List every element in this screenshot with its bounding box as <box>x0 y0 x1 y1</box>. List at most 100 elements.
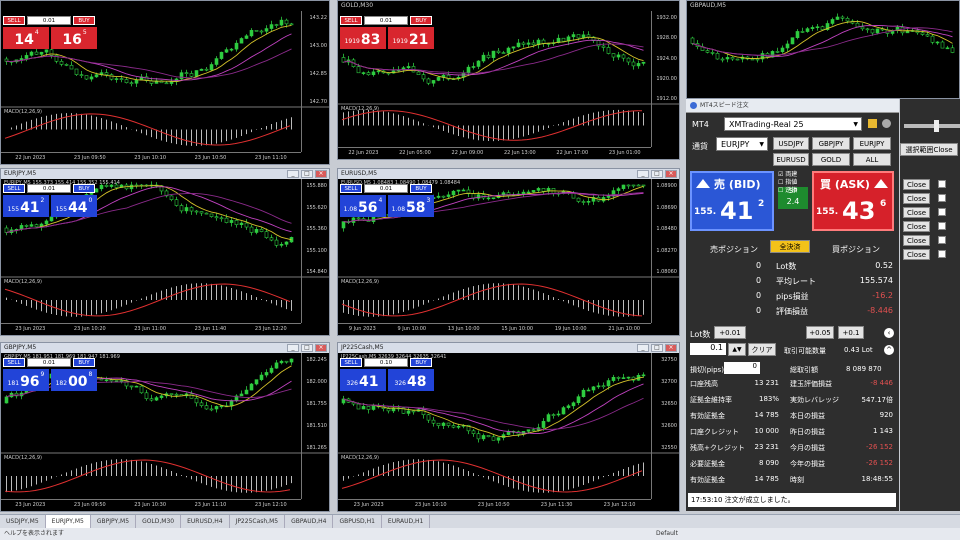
buy-price[interactable]: 326 48 <box>388 369 434 391</box>
sell-price[interactable]: 1919 83 <box>340 27 386 49</box>
lot-size-input[interactable]: 0.01 <box>27 16 71 25</box>
buy-price[interactable]: 182 00 8 <box>51 369 97 391</box>
clear-button[interactable]: クリア <box>748 343 776 356</box>
close-position-button[interactable]: Close <box>903 179 930 190</box>
one-click-buy-button[interactable]: BUY <box>73 358 95 367</box>
close-position-button[interactable]: Close <box>903 221 930 232</box>
chart-tab[interactable]: EURUSD,H4 <box>181 515 230 528</box>
sell-price[interactable]: 181 96 9 <box>3 369 49 391</box>
stop-input[interactable]: 0 <box>724 362 760 374</box>
chart-window-eurusd[interactable]: EURUSD,M5 _ □ × EURUSD,M5 1.08483 1.08490 1.… <box>337 168 680 336</box>
close-position-button[interactable]: Close <box>903 207 930 218</box>
chart-tab[interactable]: EURAUD,H1 <box>382 515 431 528</box>
lot-size-input[interactable]: 0.01 <box>27 358 71 367</box>
settings-icon[interactable] <box>882 119 891 128</box>
lot-size-input[interactable]: 0.01 <box>27 184 71 193</box>
option-limit[interactable]: ☐ 指値 <box>778 179 797 187</box>
buy-price[interactable]: 155 44 0 <box>51 195 97 217</box>
chart-window-usdjpy[interactable]: 143.22 143.00 142.85 142.70 22 Jun 2023 23 Ju… <box>0 0 330 165</box>
lot-input[interactable]: 0.1 <box>690 343 726 355</box>
chart-tab[interactable]: GBPJPY,M5 <box>91 515 137 528</box>
time-tick: 23 Jun 10:30 <box>134 502 167 508</box>
lot-size-input[interactable]: 0.10 <box>364 358 408 367</box>
candle-body <box>416 71 421 75</box>
one-click-sell-button[interactable]: SELL <box>340 184 362 193</box>
one-click-sell-button[interactable]: SELL <box>340 16 362 25</box>
chart-window-gbpjpy[interactable]: GBPJPY,M5 _ □ × GBPJPY,M5 181.951 181.969 18… <box>0 342 330 512</box>
buy-ask-button[interactable]: 買 (ASK) 155. 43 6 <box>812 171 894 231</box>
folder-icon[interactable] <box>868 119 877 128</box>
price-tick: 182.245 <box>306 357 327 363</box>
chart-tab[interactable]: GOLD,M30 <box>136 515 182 528</box>
slider-track[interactable] <box>904 124 960 128</box>
buy-price[interactable]: 16 5 <box>51 27 97 49</box>
slider-handle[interactable] <box>934 120 939 132</box>
position-checkbox[interactable] <box>938 236 946 244</box>
close-all-button[interactable]: 全決済 <box>770 240 810 253</box>
select-range-close-button[interactable]: 選択範囲Close <box>900 143 958 156</box>
sell-price[interactable]: 155 41 2 <box>3 195 49 217</box>
option-stop[interactable]: ☐ 逆指 <box>778 187 797 195</box>
symbol-btn-eurusd[interactable]: EURUSD <box>773 153 809 166</box>
one-click-buy-button[interactable]: BUY <box>73 184 95 193</box>
candle-body <box>119 78 124 80</box>
lot-add-005[interactable]: +0.05 <box>806 326 834 339</box>
chart-tab[interactable]: EURJPY,M5 <box>45 515 91 528</box>
chart-tab[interactable]: USDJPY,M5 <box>0 515 46 528</box>
one-click-buy-button[interactable]: BUY <box>410 16 432 25</box>
close-position-button[interactable]: Close <box>903 249 930 260</box>
one-click-sell-button[interactable]: SELL <box>3 16 25 25</box>
candle-body <box>341 221 346 229</box>
one-click-sell-button[interactable]: SELL <box>3 184 25 193</box>
one-click-buy-button[interactable]: BUY <box>410 358 432 367</box>
candle-body <box>189 73 194 77</box>
position-checkbox[interactable] <box>938 180 946 188</box>
sell-price[interactable]: 1.08 56 4 <box>340 195 386 217</box>
sell-price[interactable]: 326 41 <box>340 369 386 391</box>
chart-tab[interactable]: JP225Cash,M5 <box>230 515 286 528</box>
symbol-btn-eurjpy[interactable]: EURJPY <box>853 137 891 150</box>
sell-bid-button[interactable]: 売 (BID) 155. 41 2 <box>690 171 774 231</box>
acct-value: 10 000 <box>754 427 780 435</box>
one-click-sell-button[interactable]: SELL <box>3 358 25 367</box>
lot-size-input[interactable]: 0.01 <box>364 16 408 25</box>
symbol-select[interactable]: EURJPY <box>716 137 768 151</box>
symbol-btn-all[interactable]: ALL <box>853 153 891 166</box>
chart-window-jp225[interactable]: JP225Cash,M5 _ □ × JP225Cash,M5 32639 32644 … <box>337 342 680 512</box>
lot-stepper[interactable]: ▲▼ <box>728 343 746 356</box>
candle-body <box>104 72 109 76</box>
one-click-buy-button[interactable]: BUY <box>73 16 95 25</box>
buy-price[interactable]: 1.08 58 3 <box>388 195 434 217</box>
symbol-btn-gbpjpy[interactable]: GBPJPY <box>812 137 850 150</box>
lot-add-001[interactable]: +0.01 <box>714 326 746 339</box>
candle-body <box>371 405 376 410</box>
ask-big: 43 <box>842 197 876 225</box>
position-checkbox[interactable] <box>938 222 946 230</box>
lot-size-input[interactable]: 0.01 <box>364 184 408 193</box>
candle-body <box>179 205 184 212</box>
symbol-btn-gold[interactable]: GOLD <box>812 153 850 166</box>
close-position-button[interactable]: Close <box>903 193 930 204</box>
position-checkbox[interactable] <box>938 208 946 216</box>
one-click-sell-button[interactable]: SELL <box>340 358 362 367</box>
account-select[interactable]: XMTrading-Real 25 <box>724 117 862 131</box>
chart-window-gbpaud[interactable]: GBPAUD,M5 <box>686 0 960 99</box>
close-position-button[interactable]: Close <box>903 235 930 246</box>
chevron-up-icon[interactable]: ^ <box>884 345 894 355</box>
chart-window-eurjpy[interactable]: EURJPY,M5 _ □ × EURJPY,M5 155.373 155.414 15… <box>0 168 330 336</box>
lot-add-01[interactable]: +0.1 <box>838 326 864 339</box>
chevron-left-icon[interactable]: ‹ <box>884 328 894 338</box>
buy-price[interactable]: 1919 21 <box>388 27 434 49</box>
candle-body <box>800 31 805 33</box>
option-hedge[interactable]: ☑ 両建 <box>778 171 797 179</box>
symbol-btn-usdjpy[interactable]: USDJPY <box>773 137 809 150</box>
candle-body <box>810 27 815 29</box>
chart-tab[interactable]: GBPUSD,H1 <box>333 515 382 528</box>
chart-window-gold[interactable]: GOLD,M30 1932.00 1928.00 1924.00 1920.00 1912… <box>337 0 680 160</box>
chart-tab[interactable]: GBPAUD,H4 <box>285 515 334 528</box>
sell-price[interactable]: 14 4 <box>3 27 49 49</box>
one-click-buy-button[interactable]: BUY <box>410 184 432 193</box>
position-checkbox[interactable] <box>938 194 946 202</box>
candle-body <box>561 37 566 42</box>
position-checkbox[interactable] <box>938 250 946 258</box>
